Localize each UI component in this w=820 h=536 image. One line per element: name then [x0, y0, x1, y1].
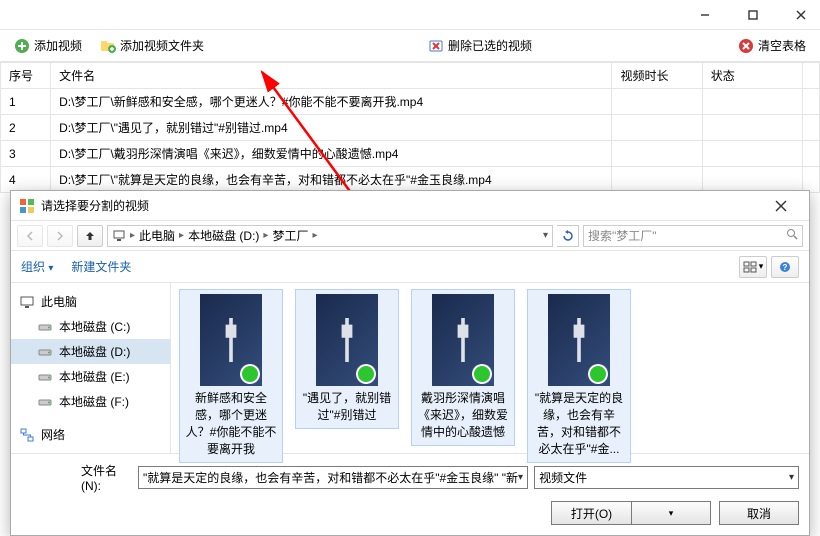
file-thumbnail[interactable]: 新鲜感和安全感，哪个更迷人？#你能不能不要离开我	[179, 289, 283, 463]
file-thumbnail[interactable]: "遇见了，就别错过"#别错过	[295, 289, 399, 429]
search-input[interactable]: 搜索"梦工厂"	[583, 225, 803, 247]
table-row[interactable]: 4D:\梦工厂\"就算是天定的良缘，也会有辛苦，对和错都不必太在乎"#金玉良缘.…	[1, 167, 820, 193]
table-header-row: 序号 文件名 视频时长 状态	[1, 63, 820, 89]
bc-item[interactable]: 本地磁盘 (D:)	[188, 227, 259, 244]
dialog-title: 请选择要分割的视频	[41, 197, 149, 214]
pc-icon	[19, 294, 35, 310]
folder-add-icon	[100, 38, 116, 54]
col-duration[interactable]: 视频时长	[612, 63, 702, 89]
nav-drive-d[interactable]: 本地磁盘 (D:)	[11, 339, 170, 364]
organize-dropdown[interactable]: 组织 ▾	[21, 258, 53, 275]
nav-network[interactable]: 网络	[11, 422, 170, 447]
delete-selected-label: 删除已选的视频	[448, 37, 532, 54]
dialog-bottom: 文件名(N): "就算是天定的良缘，也会有辛苦，对和错都不必太在乎"#金玉良缘"…	[11, 453, 809, 535]
pc-icon	[112, 229, 126, 243]
dialog-toolbar: 组织 ▾ 新建文件夹 ▾ ?	[11, 251, 809, 283]
filename-input[interactable]: "就算是天定的良缘，也会有辛苦，对和错都不必太在乎"#金玉良缘" "新 ▾	[138, 466, 528, 489]
bc-item[interactable]: 梦工厂	[272, 227, 308, 244]
col-filename[interactable]: 文件名	[51, 63, 612, 89]
add-video-button[interactable]: 添加视频	[8, 35, 88, 56]
view-mode-button[interactable]: ▾	[739, 256, 767, 278]
drive-icon	[37, 344, 53, 360]
col-status[interactable]: 状态	[702, 63, 802, 89]
file-thumbnail[interactable]: "就算是天定的良缘，也会有辛苦，对和错都不必太在乎"#金...	[527, 289, 631, 463]
add-folder-label: 添加视频文件夹	[120, 37, 204, 54]
filename-label: 文件名(N):	[81, 462, 132, 493]
new-folder-button[interactable]: 新建文件夹	[71, 258, 131, 275]
nav-drive-f[interactable]: 本地磁盘 (F:)	[11, 389, 170, 414]
video-table: 序号 文件名 视频时长 状态 1D:\梦工厂\新鲜感和安全感，哪个更迷人？#你能…	[0, 62, 820, 193]
dialog-nav-bar: ▸ 此电脑 ▸ 本地磁盘 (D:) ▸ 梦工厂 ▸ ▾ 搜索"梦工厂"	[11, 221, 809, 251]
dialog-close-button[interactable]	[761, 195, 801, 217]
file-thumbnail[interactable]: 戴羽彤深情演唱《来迟》，细数爱情中的心酸遗憾	[411, 289, 515, 446]
file-open-dialog: 请选择要分割的视频 ▸ 此电脑 ▸ 本地磁盘 (D:) ▸ 梦工厂 ▸ ▾ 搜索…	[10, 190, 810, 536]
delete-icon	[428, 38, 444, 54]
close-button[interactable]	[786, 3, 816, 27]
col-blank	[802, 63, 819, 89]
dialog-titlebar: 请选择要分割的视频	[11, 191, 809, 221]
app-icon	[19, 198, 35, 214]
nav-drive-e[interactable]: 本地磁盘 (E:)	[11, 364, 170, 389]
clear-icon	[738, 38, 754, 54]
nav-this-pc[interactable]: 此电脑	[11, 289, 170, 314]
chevron-down-icon: ▾	[789, 472, 794, 483]
network-icon	[19, 427, 35, 443]
add-icon	[14, 38, 30, 54]
forward-button[interactable]	[47, 225, 73, 247]
main-toolbar: 添加视频 添加视频文件夹 删除已选的视频 清空表格	[0, 30, 820, 62]
table-row[interactable]: 3D:\梦工厂\戴羽彤深情演唱《来迟》，细数爱情中的心酸遗憾.mp4	[1, 141, 820, 167]
up-button[interactable]	[77, 225, 103, 247]
search-placeholder: 搜索"梦工厂"	[588, 227, 657, 244]
add-video-label: 添加视频	[34, 37, 82, 54]
open-button[interactable]: 打开(O)	[551, 501, 631, 525]
minimize-button[interactable]	[690, 3, 720, 27]
nav-pane: 此电脑 本地磁盘 (C:) 本地磁盘 (D:) 本地磁盘 (E:) 本地磁盘 (…	[11, 283, 171, 453]
clear-table-button[interactable]: 清空表格	[732, 35, 812, 56]
chevron-down-icon: ▾	[518, 472, 523, 483]
open-dropdown-button[interactable]: ▾	[631, 501, 711, 525]
add-folder-button[interactable]: 添加视频文件夹	[94, 35, 210, 56]
nav-drive-c[interactable]: 本地磁盘 (C:)	[11, 314, 170, 339]
drive-icon	[37, 319, 53, 335]
drive-icon	[37, 369, 53, 385]
table-row[interactable]: 1D:\梦工厂\新鲜感和安全感，哪个更迷人？#你能不能不要离开我.mp4	[1, 89, 820, 115]
clear-table-label: 清空表格	[758, 37, 806, 54]
search-icon	[786, 228, 798, 243]
bc-item[interactable]: 此电脑	[139, 227, 175, 244]
help-button[interactable]: ?	[771, 256, 799, 278]
delete-selected-button[interactable]: 删除已选的视频	[422, 35, 538, 56]
back-button[interactable]	[17, 225, 43, 247]
file-pane[interactable]: 新鲜感和安全感，哪个更迷人？#你能不能不要离开我 "遇见了，就别错过"#别错过 …	[171, 283, 809, 453]
refresh-button[interactable]	[557, 225, 579, 247]
window-titlebar	[0, 0, 820, 30]
dialog-body: 此电脑 本地磁盘 (C:) 本地磁盘 (D:) 本地磁盘 (E:) 本地磁盘 (…	[11, 283, 809, 453]
maximize-button[interactable]	[738, 3, 768, 27]
table-row[interactable]: 2D:\梦工厂\"遇见了，就别错过"#别错过.mp4	[1, 115, 820, 141]
col-index[interactable]: 序号	[1, 63, 51, 89]
drive-icon	[37, 394, 53, 410]
breadcrumb[interactable]: ▸ 此电脑 ▸ 本地磁盘 (D:) ▸ 梦工厂 ▸ ▾	[107, 225, 553, 247]
cancel-button[interactable]: 取消	[719, 501, 799, 525]
svg-text:?: ?	[783, 263, 788, 272]
filetype-dropdown[interactable]: 视频文件 ▾	[534, 466, 799, 489]
